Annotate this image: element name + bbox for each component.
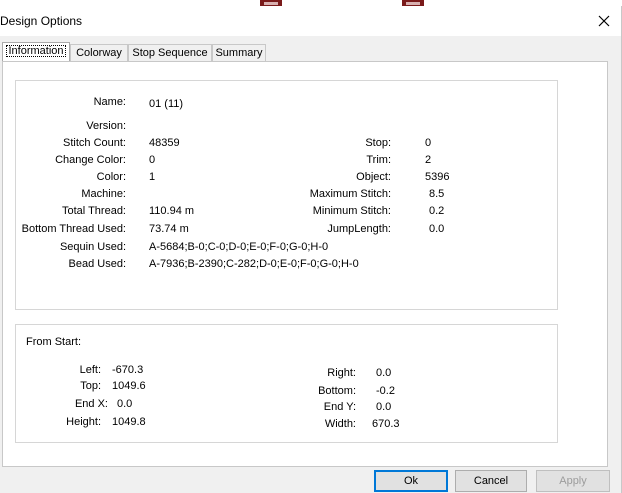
- from-start-group: From Start: Left: -670.3 Top: 1049.6 End…: [15, 324, 558, 443]
- maximum-stitch-label: Maximum Stitch:: [309, 188, 391, 200]
- cancel-button[interactable]: Cancel: [455, 470, 527, 492]
- dialog-title: Design Options: [0, 14, 83, 28]
- right-label: Right:: [327, 367, 356, 379]
- minimum-stitch-value: 0.2: [429, 205, 445, 217]
- bottom-thread-label: Bottom Thread Used:: [21, 223, 126, 235]
- left-value: -670.3: [112, 364, 144, 376]
- information-page: Name: 01 (11) Version: Stitch Count: 483…: [2, 61, 608, 467]
- name-label: Name:: [93, 96, 126, 108]
- tab-summary[interactable]: Summary: [212, 44, 266, 62]
- tab-colorway[interactable]: Colorway: [70, 44, 128, 62]
- top-value: 1049.6: [112, 380, 146, 392]
- end-y-label: End Y:: [323, 401, 356, 413]
- apply-button[interactable]: Apply: [536, 470, 610, 492]
- tab-stop-sequence[interactable]: Stop Sequence: [128, 44, 212, 62]
- close-button[interactable]: [593, 10, 615, 32]
- design-options-dialog: Design Options Information Colorway Stop…: [0, 6, 622, 493]
- total-thread-value: 110.94 m: [149, 205, 195, 217]
- color-value: 1: [149, 171, 156, 183]
- close-icon: [598, 15, 610, 27]
- bottom-label: Bottom:: [318, 385, 356, 397]
- change-color-label: Change Color:: [55, 154, 126, 166]
- design-info-group: Name: 01 (11) Version: Stitch Count: 483…: [15, 80, 558, 310]
- object-value: 5396: [425, 171, 450, 183]
- version-label: Version:: [86, 120, 126, 132]
- stop-label: Stop:: [365, 137, 391, 149]
- title-bar: Design Options: [0, 6, 621, 36]
- sequin-used-label: Sequin Used:: [59, 241, 126, 253]
- object-label: Object:: [356, 171, 391, 183]
- change-color-value: 0: [149, 154, 156, 166]
- height-value: 1049.8: [112, 416, 146, 428]
- right-value: 0.0: [376, 367, 392, 379]
- maximum-stitch-value: 8.5: [429, 188, 445, 200]
- height-label: Height:: [66, 416, 101, 428]
- end-y-value: 0.0: [376, 401, 392, 413]
- left-label: Left:: [79, 364, 101, 376]
- ok-button[interactable]: Ok: [374, 470, 448, 492]
- width-value: 670.3: [372, 418, 400, 430]
- trim-label: Trim:: [366, 154, 391, 166]
- bead-used-label: Bead Used:: [68, 258, 126, 270]
- color-label: Color:: [96, 171, 126, 183]
- bottom-thread-value: 73.74 m: [149, 223, 189, 235]
- width-label: Width:: [324, 418, 356, 430]
- machine-label: Machine:: [81, 188, 126, 200]
- tab-information[interactable]: Information: [2, 42, 70, 63]
- top-label: Top:: [80, 380, 101, 392]
- bottom-value: -0.2: [376, 385, 395, 397]
- sequin-used-value: A-5684;B-0;C-0;D-0;E-0;F-0;G-0;H-0: [149, 241, 329, 253]
- end-x-label: End X:: [74, 398, 108, 410]
- stitch-count-value: 48359: [149, 137, 180, 149]
- from-start-heading: From Start:: [26, 336, 82, 348]
- trim-value: 2: [425, 154, 432, 166]
- name-value: 01 (11): [149, 98, 184, 110]
- bead-used-value: A-7936;B-2390;C-282;D-0;E-0;F-0;G-0;H-0: [149, 258, 359, 270]
- stitch-count-label: Stitch Count:: [63, 137, 126, 149]
- end-x-value: 0.0: [117, 398, 133, 410]
- jump-length-label: JumpLength:: [327, 223, 391, 235]
- minimum-stitch-label: Minimum Stitch:: [312, 205, 391, 217]
- total-thread-label: Total Thread:: [61, 205, 126, 217]
- stop-value: 0: [425, 137, 432, 149]
- jump-length-value: 0.0: [429, 223, 445, 235]
